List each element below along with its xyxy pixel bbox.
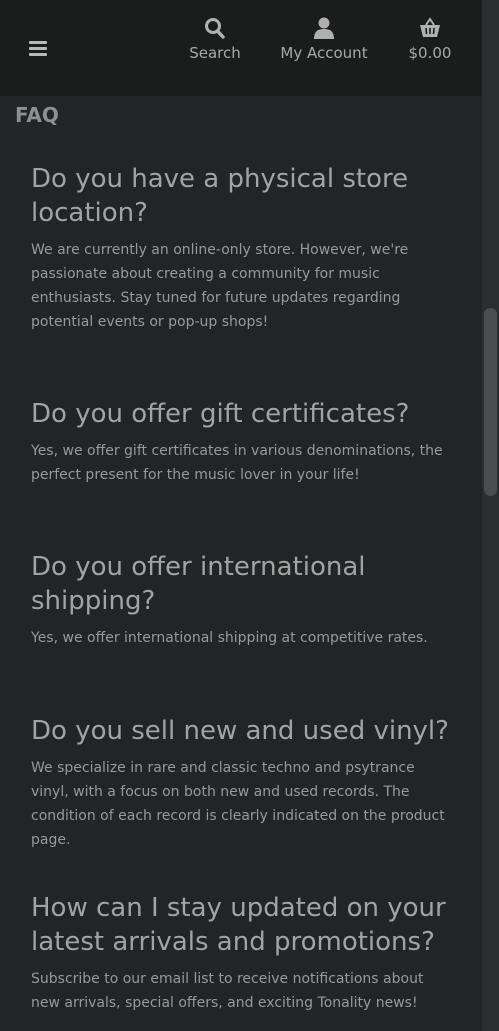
faq-answer: Yes, we offer gift certificates in vario… (31, 443, 443, 483)
user-icon (314, 17, 334, 39)
faq-question: Do you have a physical store location? (31, 164, 409, 228)
search-label: Search (189, 44, 241, 62)
faq-item: Do you sell new and used vinyl? We speci… (31, 714, 456, 852)
faq-question: Do you offer international shipping? (31, 552, 366, 616)
faq-item: Do you offer international shipping? Yes… (31, 550, 456, 650)
faq-question: How can I stay updated on your latest ar… (31, 893, 446, 957)
scrollbar[interactable] (482, 0, 499, 1031)
faq-item: Do you have a physical store location? W… (31, 162, 456, 334)
cart-total-label: $0.00 (408, 44, 452, 62)
faq-item: How can I stay updated on your latest ar… (31, 891, 456, 1015)
faq-question: Do you sell new and used vinyl? (31, 716, 449, 746)
faq-answer: Yes, we offer international shipping at … (31, 630, 428, 646)
faq-question: Do you offer gift certificates? (31, 399, 410, 429)
my-account-button[interactable]: My Account (278, 16, 370, 62)
cart-button[interactable]: $0.00 (405, 16, 455, 62)
basket-icon (420, 17, 440, 37)
faq-page: Search My Account $0.00 FAQ Do you have … (0, 0, 499, 1031)
scrollbar-thumb[interactable] (484, 308, 497, 496)
faq-item: Do you offer gift certificates? Yes, we … (31, 397, 456, 487)
my-account-label: My Account (280, 44, 368, 62)
site-header: Search My Account $0.00 (0, 0, 482, 96)
faq-answer: We specialize in rare and classic techno… (31, 760, 445, 848)
search-button[interactable]: Search (188, 16, 242, 62)
faq-answer: Subscribe to our email list to receive n… (31, 971, 424, 1011)
faq-answer: We are currently an online-only store. H… (31, 242, 409, 330)
hamburger-menu-icon[interactable] (29, 41, 47, 57)
page-title: FAQ (15, 103, 59, 127)
search-icon (205, 18, 225, 39)
